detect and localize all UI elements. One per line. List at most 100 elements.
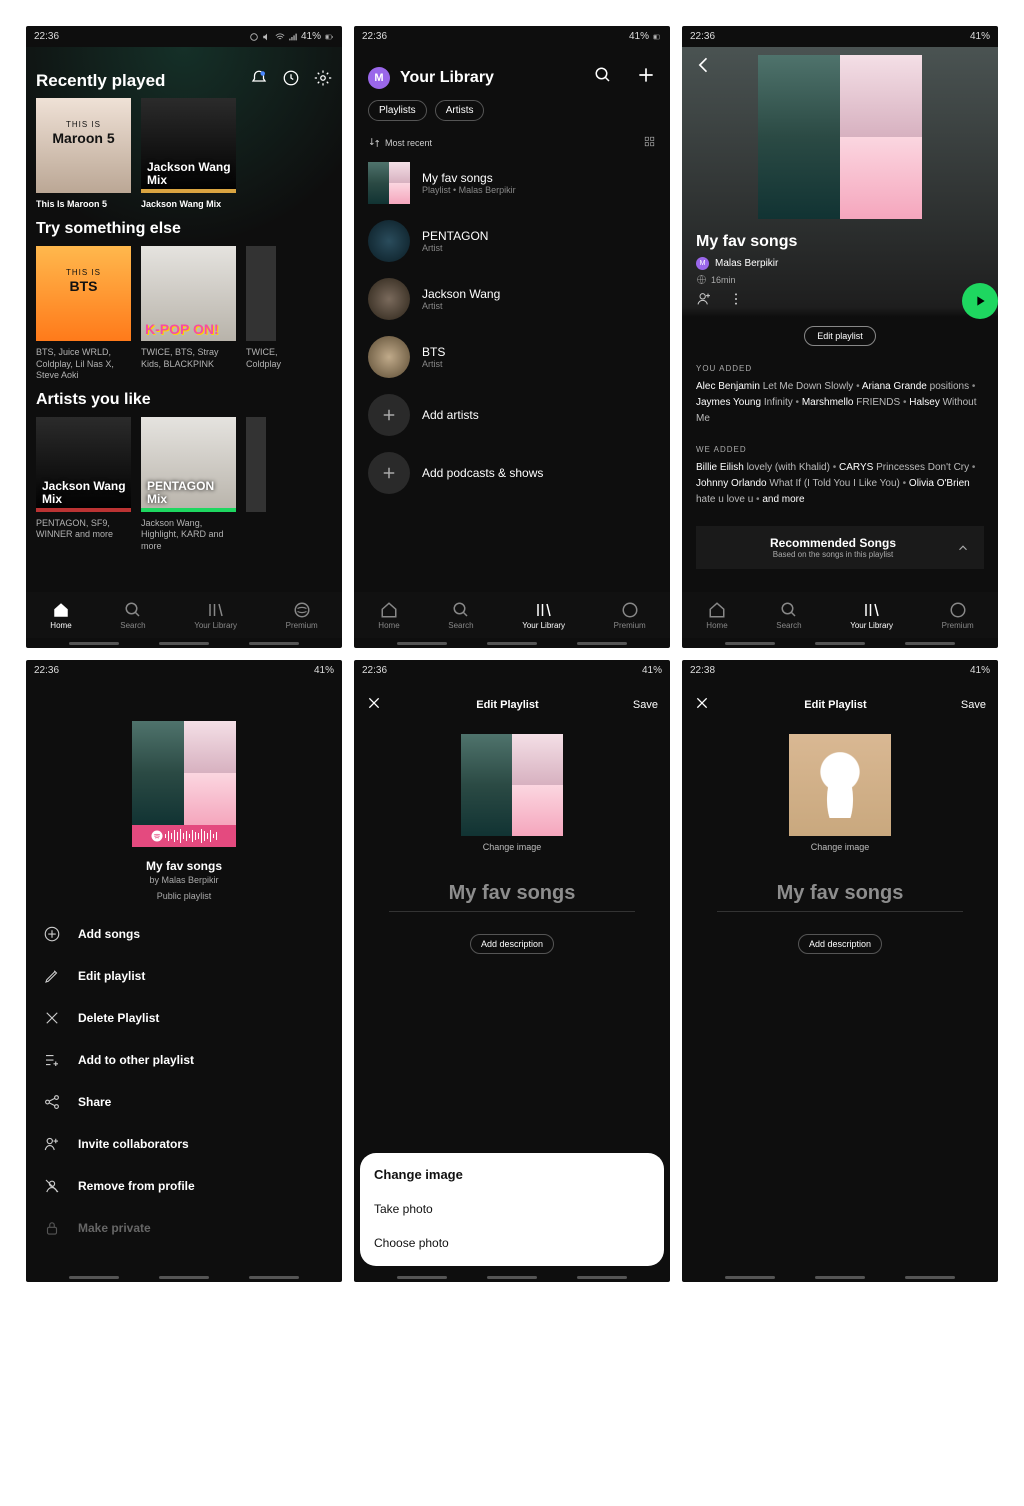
screen-edit-sheet: 22:3641% Edit Playlist Save Change image… bbox=[354, 660, 670, 1282]
nav-search[interactable]: Search bbox=[120, 601, 145, 630]
nav-library[interactable]: Your Library bbox=[850, 601, 893, 630]
playlist-title: My fav songs bbox=[26, 859, 342, 873]
mute-icon bbox=[262, 32, 272, 42]
change-image-sheet: Change image Take photo Choose photo bbox=[360, 1153, 664, 1266]
sheet-title: Change image bbox=[374, 1167, 650, 1182]
status-time: 22:36 bbox=[34, 31, 59, 42]
chevron-up-icon bbox=[956, 541, 970, 555]
bottom-nav: Home Search Your Library Premium bbox=[26, 592, 342, 638]
option-choose-photo[interactable]: Choose photo bbox=[374, 1226, 650, 1260]
library-row-playlist[interactable]: My fav songsPlaylist • Malas Berpikir bbox=[354, 154, 670, 212]
playlist-owner[interactable]: MMalas Berpikir bbox=[696, 257, 984, 270]
playlist-cover[interactable] bbox=[461, 734, 563, 836]
you-added-list: Alec Benjamin Let Me Down Slowly Ariana … bbox=[696, 379, 984, 427]
library-row-artist-1[interactable]: Jackson WangArtist bbox=[354, 270, 670, 328]
play-button[interactable] bbox=[962, 283, 998, 319]
try-card-1[interactable]: K-POP ON! TWICE, BTS, Stray Kids, BLACKP… bbox=[141, 246, 236, 381]
view-grid-icon[interactable] bbox=[643, 135, 656, 150]
menu-add-other[interactable]: Add to other playlist bbox=[42, 1039, 326, 1081]
section-artists: Artists you like bbox=[26, 381, 342, 417]
spotify-code bbox=[132, 825, 236, 847]
playlist-name-input[interactable]: My fav songs bbox=[389, 882, 635, 912]
add-description-button[interactable]: Add description bbox=[470, 934, 554, 954]
artist-card-0[interactable]: Jackson Wang Mix PENTAGON, SF9, WINNER a… bbox=[36, 417, 131, 552]
menu-add-songs[interactable]: Add songs bbox=[42, 913, 326, 955]
battery-icon bbox=[652, 32, 662, 42]
menu-invite[interactable]: Invite collaborators bbox=[42, 1123, 326, 1165]
edit-title: Edit Playlist bbox=[476, 699, 538, 711]
nav-library[interactable]: Your Library bbox=[522, 601, 565, 630]
library-row-artist-0[interactable]: PENTAGONArtist bbox=[354, 212, 670, 270]
edit-playlist-button[interactable]: Edit playlist bbox=[804, 326, 876, 346]
profile-avatar[interactable]: M bbox=[368, 67, 390, 89]
nav-library[interactable]: Your Library bbox=[194, 601, 237, 630]
we-added-list: Billie Eilish lovely (with Khalid) CARYS… bbox=[696, 460, 984, 508]
menu-make-private[interactable]: Make private bbox=[42, 1207, 326, 1249]
screen-edit-final: 22:3841% Edit Playlist Save Change image… bbox=[682, 660, 998, 1282]
nav-search[interactable]: Search bbox=[448, 601, 473, 630]
signal-icon bbox=[288, 32, 298, 42]
add-description-button[interactable]: Add description bbox=[798, 934, 882, 954]
search-icon[interactable] bbox=[594, 66, 612, 89]
chip-artists[interactable]: Artists bbox=[435, 100, 485, 121]
close-icon[interactable] bbox=[694, 695, 710, 714]
playlist-cover bbox=[758, 55, 922, 219]
sort-button[interactable]: Most recent bbox=[368, 136, 432, 149]
notification-icon[interactable] bbox=[250, 69, 268, 92]
playlist-cover bbox=[132, 721, 236, 825]
screen-library: 22:36 41% M Your Library Playlists Artis… bbox=[354, 26, 670, 648]
nav-premium[interactable]: Premium bbox=[942, 601, 974, 630]
menu-share[interactable]: Share bbox=[42, 1081, 326, 1123]
back-icon[interactable] bbox=[694, 55, 714, 80]
status-bar: 22:36 41% bbox=[354, 26, 670, 47]
close-icon[interactable] bbox=[366, 695, 382, 714]
change-image-link[interactable]: Change image bbox=[682, 842, 998, 852]
chip-playlists[interactable]: Playlists bbox=[368, 100, 427, 121]
globe-icon bbox=[696, 274, 707, 285]
library-row-artist-2[interactable]: BTSArtist bbox=[354, 328, 670, 386]
menu-remove-profile[interactable]: Remove from profile bbox=[42, 1165, 326, 1207]
you-added-label: YOU ADDED bbox=[696, 364, 984, 373]
screen-playlist-menu: 22:3641% My fav songs by Malas Berpikir … bbox=[26, 660, 342, 1282]
nav-premium[interactable]: Premium bbox=[286, 601, 318, 630]
settings-icon[interactable] bbox=[314, 69, 332, 92]
nav-home[interactable]: Home bbox=[50, 601, 71, 630]
save-button[interactable]: Save bbox=[633, 699, 658, 711]
recent-card-0[interactable]: THIS ISMaroon 5 This Is Maroon 5 bbox=[36, 98, 131, 210]
nav-premium[interactable]: Premium bbox=[614, 601, 646, 630]
screen-home: 22:36 41% Recently played bbox=[26, 26, 342, 648]
status-battery: 41% bbox=[301, 31, 321, 42]
status-bar: 22:36 41% bbox=[26, 26, 342, 47]
change-image-link[interactable]: Change image bbox=[354, 842, 670, 852]
wifi-icon bbox=[275, 32, 285, 42]
artist-card-1[interactable]: PENTAGON Mix Jackson Wang, Highlight, KA… bbox=[141, 417, 236, 552]
playlist-cover[interactable] bbox=[789, 734, 891, 836]
playlist-title: My fav songs bbox=[696, 233, 984, 251]
add-icon[interactable] bbox=[636, 65, 656, 90]
alarm-icon bbox=[249, 32, 259, 42]
add-podcasts-button[interactable]: Add podcasts & shows bbox=[354, 444, 670, 502]
section-try: Try something else bbox=[26, 210, 342, 246]
screen-playlist: 22:3641% My fav songs MMalas Berpikir 16… bbox=[682, 26, 998, 648]
menu-edit-playlist[interactable]: Edit playlist bbox=[42, 955, 326, 997]
artist-card-2[interactable] bbox=[246, 417, 266, 552]
add-user-icon[interactable] bbox=[696, 291, 712, 312]
add-artists-button[interactable]: Add artists bbox=[354, 386, 670, 444]
save-button[interactable]: Save bbox=[961, 699, 986, 711]
try-card-0[interactable]: THIS ISBTS BTS, Juice WRLD, Coldplay, Li… bbox=[36, 246, 131, 381]
we-added-label: WE ADDED bbox=[696, 445, 984, 454]
recent-card-1[interactable]: Jackson Wang Mix Jackson Wang Mix bbox=[141, 98, 236, 210]
playlist-visibility: Public playlist bbox=[26, 891, 342, 901]
try-card-2[interactable]: TWICE, Coldplay bbox=[246, 246, 276, 381]
menu-delete-playlist[interactable]: Delete Playlist bbox=[42, 997, 326, 1039]
playlist-name-input[interactable]: My fav songs bbox=[717, 882, 963, 912]
recommended-bar[interactable]: Recommended SongsBased on the songs in t… bbox=[696, 526, 984, 569]
more-icon[interactable] bbox=[728, 291, 744, 312]
playlist-byline: by Malas Berpikir bbox=[26, 875, 342, 885]
option-take-photo[interactable]: Take photo bbox=[374, 1192, 650, 1226]
nav-home[interactable]: Home bbox=[706, 601, 727, 630]
edit-title: Edit Playlist bbox=[804, 699, 866, 711]
history-icon[interactable] bbox=[282, 69, 300, 92]
nav-search[interactable]: Search bbox=[776, 601, 801, 630]
nav-home[interactable]: Home bbox=[378, 601, 399, 630]
